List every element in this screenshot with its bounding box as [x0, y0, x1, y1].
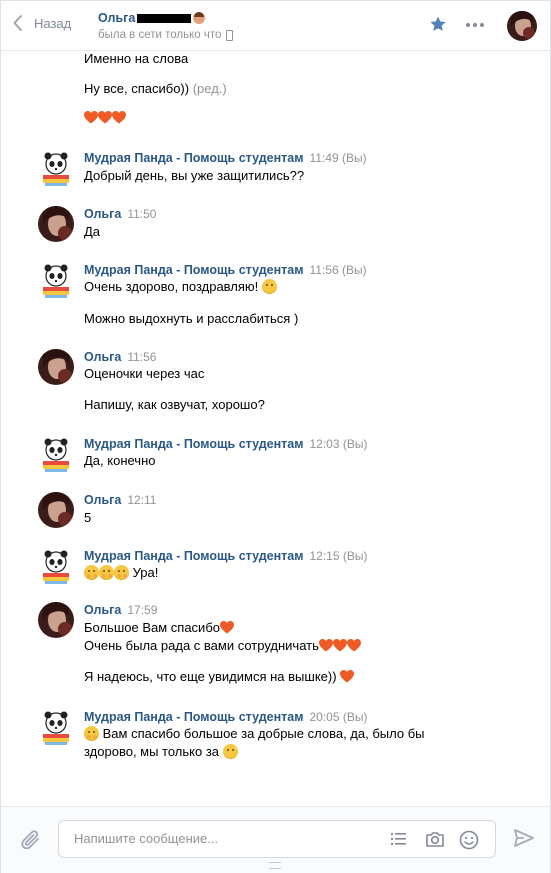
- heart-icon: [340, 670, 355, 683]
- message-time: 11:56 (Вы): [309, 263, 367, 277]
- message-text: Ура!: [84, 565, 158, 580]
- peer-name: Ольга: [98, 11, 136, 25]
- panda-icon: [43, 711, 69, 745]
- chat-header: Назад Ольга была в сети только что: [1, 1, 550, 51]
- peer-avatar[interactable]: [507, 11, 537, 41]
- message-text: Именно на слова: [84, 51, 189, 66]
- heart-icon: [318, 639, 333, 652]
- back-button[interactable]: Назад: [13, 15, 71, 31]
- hugging-face-icon: [99, 565, 114, 580]
- peer-status: была в сети только что: [98, 29, 222, 41]
- avatar[interactable]: [38, 492, 74, 528]
- message-input-box[interactable]: [58, 820, 496, 858]
- message-text: Добрый день, вы уже защитились??: [84, 168, 305, 183]
- smile-icon[interactable]: [459, 830, 479, 850]
- peer-info[interactable]: Ольга была в сети только что: [98, 11, 234, 41]
- message-author[interactable]: Мудрая Панда - Помощь студентам: [84, 437, 303, 451]
- message-author[interactable]: Ольга: [84, 603, 121, 617]
- avatar[interactable]: [38, 206, 74, 242]
- message-time: 17:59: [127, 603, 158, 617]
- message-text: здорово, мы только за: [84, 744, 238, 759]
- message-text: Напишу, как озвучат, хорошо?: [84, 397, 265, 412]
- chat-window: Назад Ольга была в сети только что Именн…: [0, 0, 551, 873]
- panda-icon: [43, 438, 69, 472]
- message-time: 12:03 (Вы): [309, 437, 368, 451]
- camera-icon[interactable]: [425, 830, 445, 848]
- message-time: 11:56: [127, 350, 157, 364]
- heart-icon: [220, 621, 234, 634]
- message-time: 12:11: [127, 493, 157, 507]
- message-list: Именно на слова Ну все, спасибо)) (ред.)…: [1, 51, 550, 804]
- avatar[interactable]: [38, 349, 74, 385]
- panda-icon: [43, 152, 69, 186]
- paperclip-icon[interactable]: [21, 829, 41, 851]
- heart-icon: [332, 639, 347, 652]
- smile-emoji-icon: [261, 279, 277, 294]
- message-time: 11:49 (Вы): [309, 151, 367, 165]
- phone-icon: [226, 29, 234, 41]
- message-author[interactable]: Ольга: [84, 350, 121, 364]
- message-text: Да, конечно: [84, 453, 156, 468]
- heart-icon: [84, 111, 98, 124]
- message-text: Оценочки через час: [84, 366, 205, 381]
- message-text: Я надеюсь, что еще увидимся на вышке)): [84, 669, 355, 684]
- message-time: 11:50: [127, 207, 157, 221]
- sweat-smile-icon: [222, 744, 238, 759]
- back-label: Назад: [34, 15, 72, 31]
- heart-icon: [346, 639, 361, 652]
- redaction-bar: [137, 13, 192, 23]
- send-icon[interactable]: [514, 829, 534, 847]
- panda-icon: [43, 264, 69, 298]
- more-icon[interactable]: [466, 23, 484, 27]
- message-text: Вам спасибо большое за добрые слова, да,…: [84, 726, 425, 741]
- message-time: 20:05 (Вы): [309, 710, 368, 724]
- edited-label: (ред.): [192, 81, 227, 96]
- message-author[interactable]: Ольга: [84, 207, 121, 221]
- message-text: Очень здорово, поздравляю!: [84, 279, 277, 294]
- message-author[interactable]: Мудрая Панда - Помощь студентам: [84, 263, 303, 277]
- message-author[interactable]: Мудрая Панда - Помощь студентам: [84, 549, 303, 563]
- hugging-face-icon: [84, 565, 99, 580]
- panda-icon: [43, 550, 69, 584]
- message-text: 5: [84, 510, 92, 525]
- message-author[interactable]: Мудрая Панда - Помощь студентам: [84, 710, 303, 724]
- chevron-left-icon: [13, 15, 22, 31]
- message-author[interactable]: Ольга: [84, 493, 121, 507]
- resize-handle[interactable]: [269, 862, 281, 869]
- emoji-row: [84, 110, 126, 125]
- message-input[interactable]: [72, 830, 376, 847]
- girl-emoji-icon: [193, 12, 206, 24]
- message-time: 12:15 (Вы): [309, 549, 368, 563]
- message-text: Можно выдохнуть и расслабиться ): [84, 311, 299, 326]
- list-icon[interactable]: [390, 830, 408, 848]
- hugging-face-icon: [114, 565, 129, 580]
- message-text: Очень была рада с вами сотрудничать: [84, 638, 361, 653]
- message-text: Ну все, спасибо)) (ред.): [84, 81, 227, 96]
- heart-icon: [112, 111, 126, 124]
- avatar[interactable]: [38, 602, 74, 638]
- message-text: Большое Вам спасибо: [84, 620, 234, 635]
- message-author[interactable]: Мудрая Панда - Помощь студентам: [84, 151, 303, 165]
- star-icon[interactable]: [429, 15, 447, 33]
- composer: [1, 806, 550, 873]
- heart-icon: [98, 111, 112, 124]
- message-text: Да: [84, 224, 101, 239]
- hugging-face-icon: [84, 726, 99, 741]
